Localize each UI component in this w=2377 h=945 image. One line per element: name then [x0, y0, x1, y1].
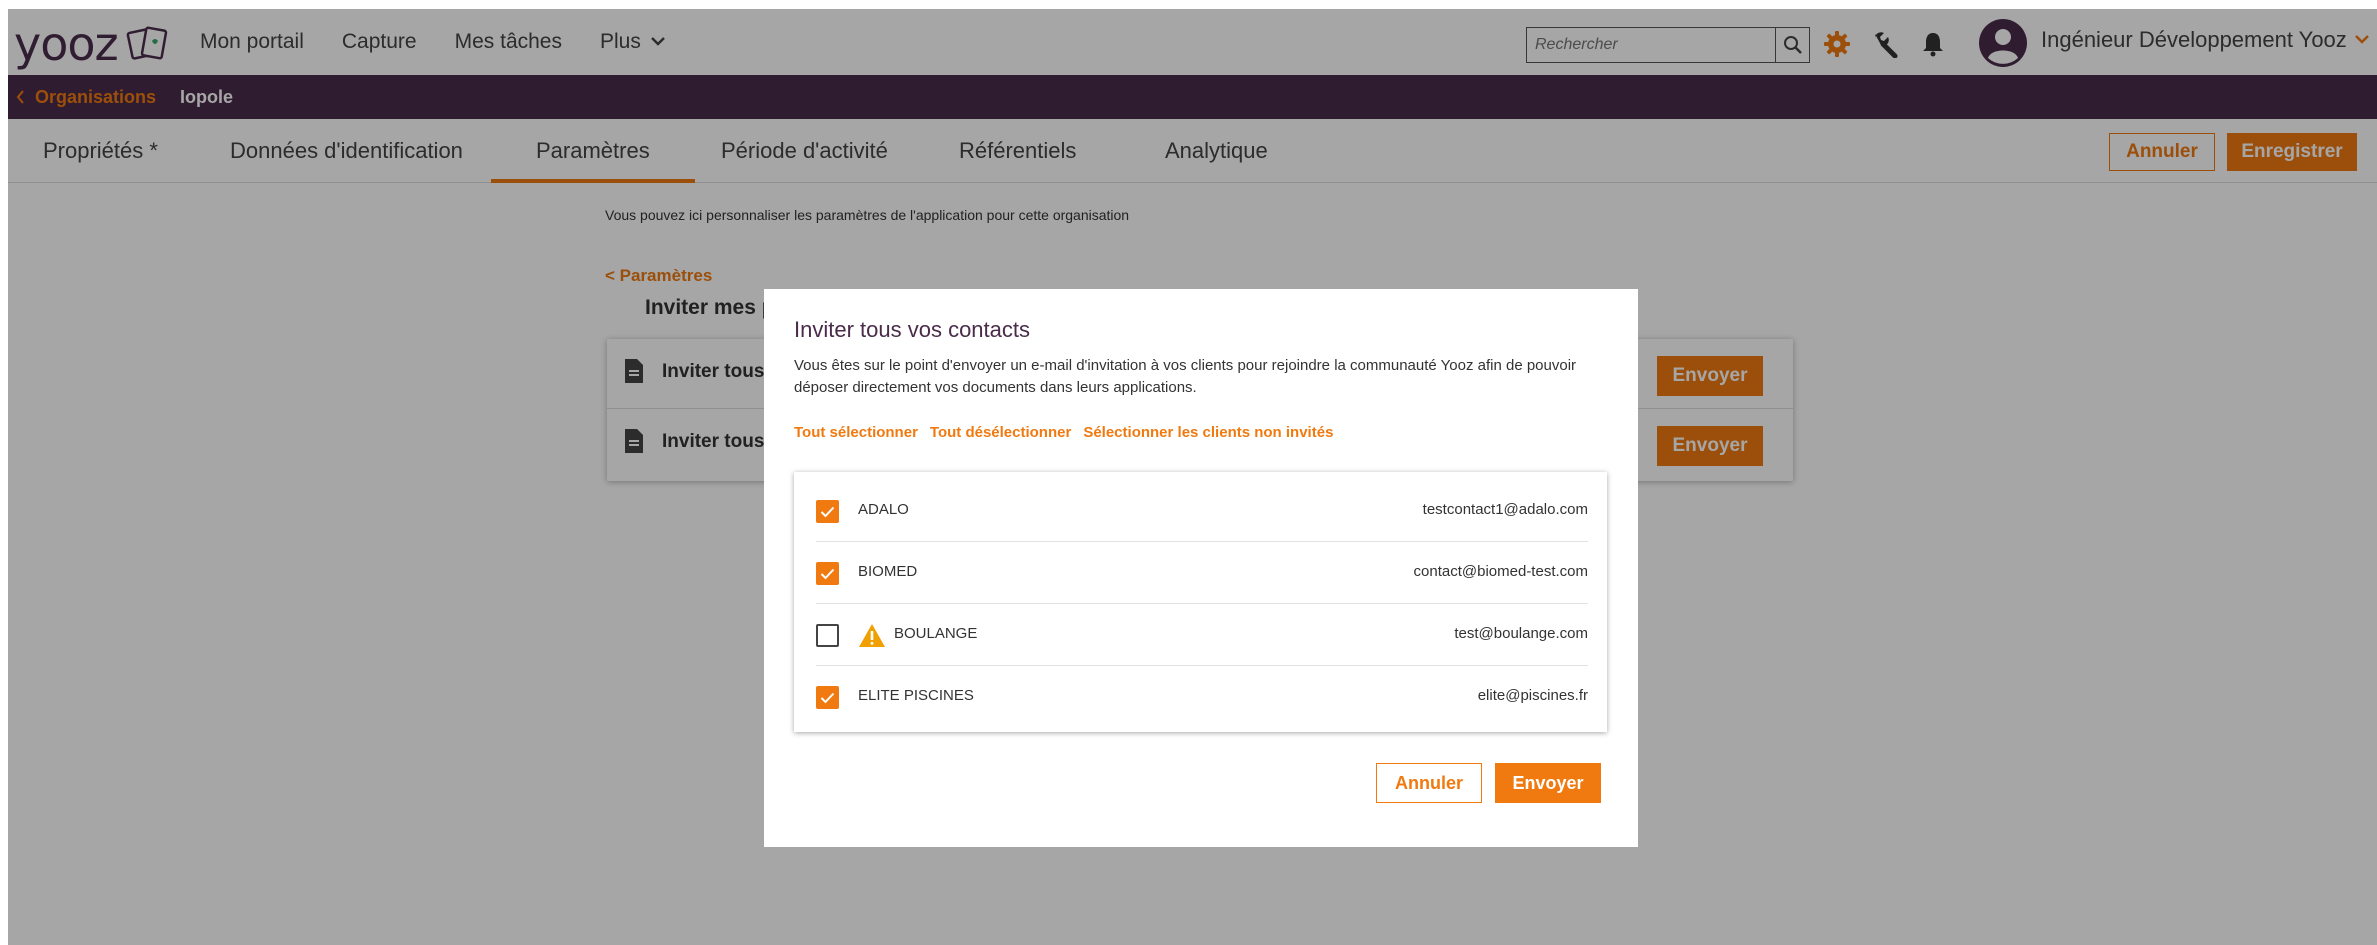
checkmark-icon [820, 506, 835, 517]
contact-email: test@boulange.com [1454, 625, 1588, 642]
checkmark-icon [820, 568, 835, 579]
contact-list: ADALO testcontact1@adalo.com BIOMED cont… [794, 472, 1607, 732]
checkmark-icon [820, 692, 835, 703]
dialog-send-button[interactable]: Envoyer [1495, 763, 1601, 803]
contact-name: ADALO [858, 501, 909, 518]
contact-email: testcontact1@adalo.com [1422, 501, 1588, 518]
deselect-all-link[interactable]: Tout désélectionner [930, 424, 1071, 441]
warning-icon [859, 624, 885, 647]
select-all-link[interactable]: Tout sélectionner [794, 424, 918, 441]
contact-checkbox[interactable] [816, 624, 839, 647]
contact-checkbox[interactable] [816, 686, 839, 709]
dialog-description: Vous êtes sur le point d'envoyer un e-ma… [794, 357, 1577, 396]
contact-checkbox[interactable] [816, 562, 839, 585]
invite-contacts-dialog: Inviter tous vos contacts Vous êtes sur … [764, 289, 1638, 847]
contact-name: ELITE PISCINES [858, 687, 974, 704]
dialog-title: Inviter tous vos contacts [794, 317, 1030, 342]
contact-name: BOULANGE [894, 625, 978, 642]
contact-row[interactable]: BIOMED contact@biomed-test.com [816, 542, 1588, 604]
contact-row[interactable]: ELITE PISCINES elite@piscines.fr [816, 666, 1588, 728]
contact-checkbox[interactable] [816, 500, 839, 523]
select-uninvited-link[interactable]: Sélectionner les clients non invités [1083, 424, 1333, 441]
contact-row[interactable]: BOULANGE test@boulange.com [816, 604, 1588, 666]
contact-email: elite@piscines.fr [1477, 687, 1588, 704]
contact-row[interactable]: ADALO testcontact1@adalo.com [816, 480, 1588, 542]
dialog-cancel-button[interactable]: Annuler [1376, 763, 1482, 803]
selection-links: Tout sélectionner Tout désélectionner Sé… [794, 424, 1333, 441]
contact-email: contact@biomed-test.com [1413, 563, 1588, 580]
contact-name: BIOMED [858, 563, 918, 580]
